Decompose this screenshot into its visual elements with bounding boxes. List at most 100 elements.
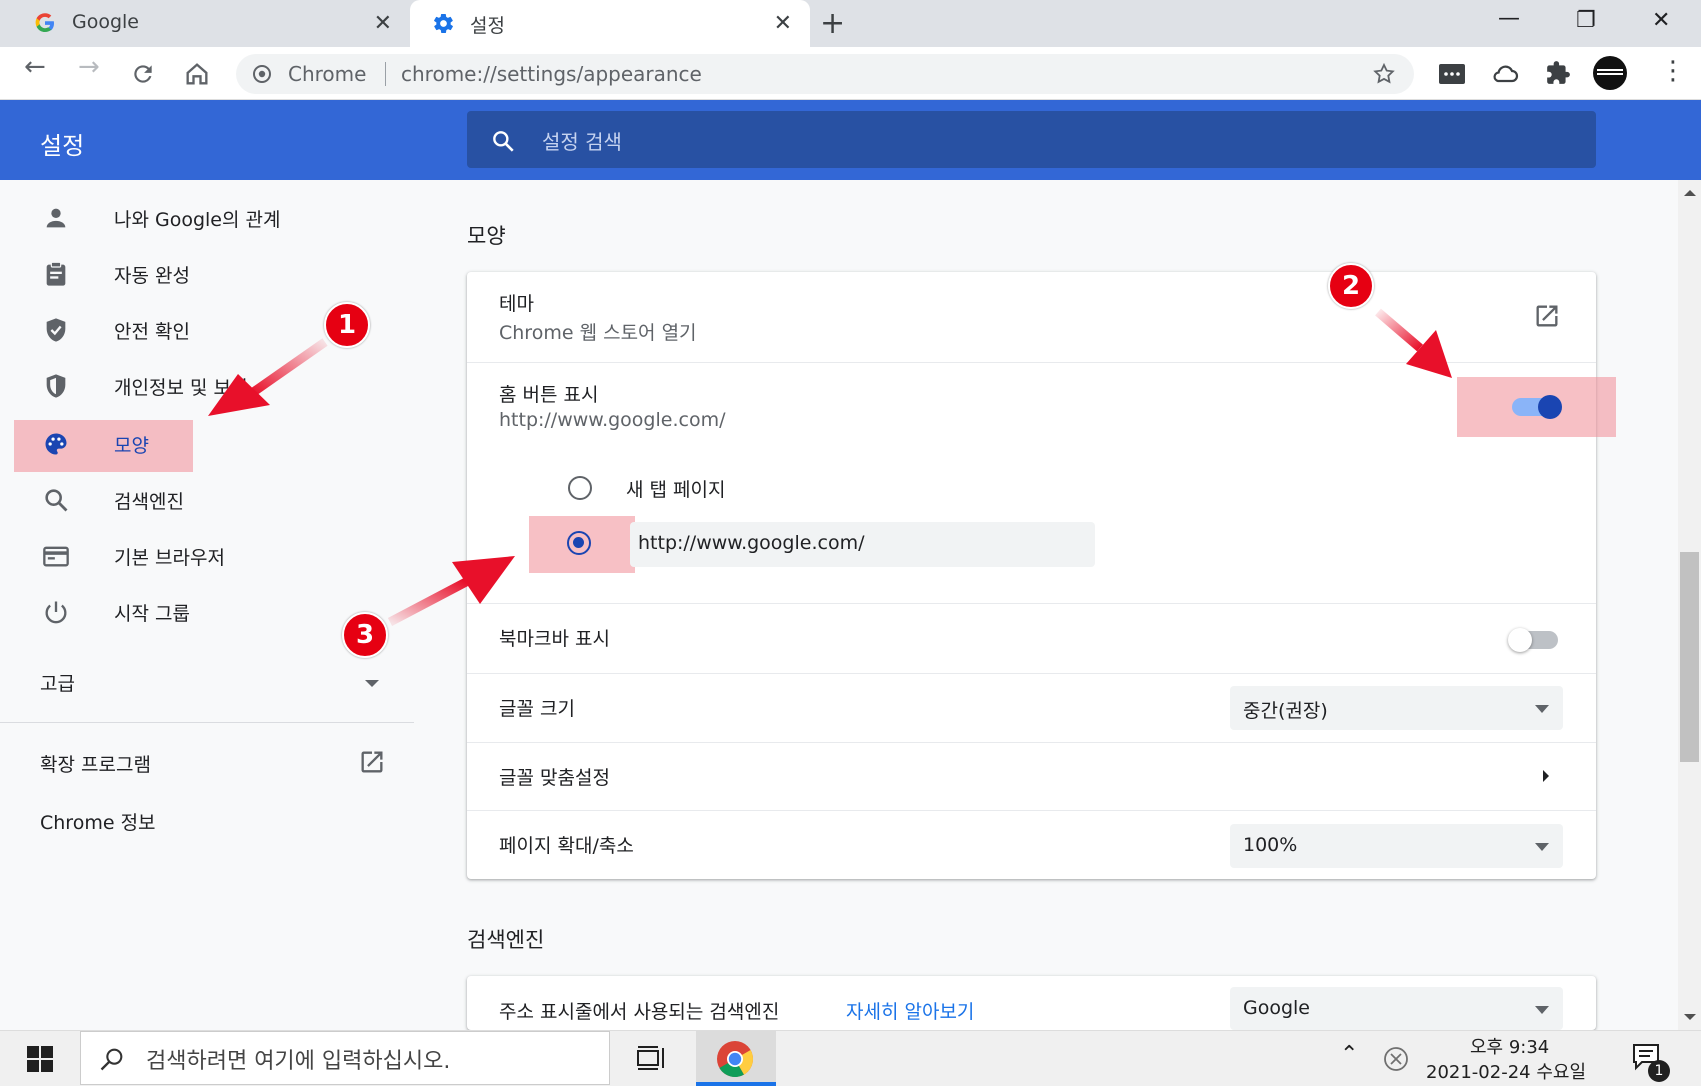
bookmark-star-icon[interactable]: [1372, 62, 1396, 86]
annotation-badge-1: 1: [324, 302, 370, 348]
dropdown-arrow-icon: [1535, 1006, 1549, 1014]
theme-row[interactable]: 테마 Chrome 웹 스토어 열기: [467, 272, 1596, 362]
sidebar-item-label: 기본 브라우저: [114, 547, 225, 569]
radio-new-tab-page[interactable]: 새 탭 페이지: [560, 470, 1160, 506]
more-menu-icon[interactable]: ⋮: [1660, 58, 1686, 84]
search-engine-select[interactable]: Google: [1230, 987, 1563, 1030]
sidebar-item-label: 모양: [114, 435, 149, 457]
password-manager-icon[interactable]: [1438, 62, 1466, 86]
sidebar-item-autofill[interactable]: 자동 완성: [0, 246, 410, 302]
custom-url-value: http://www.google.com/: [638, 532, 865, 554]
customize-fonts-row[interactable]: 글꼴 맞춤설정: [467, 743, 1596, 810]
tab-close-icon[interactable]: ✕: [774, 11, 792, 36]
annotation-badge-2: 2: [1328, 263, 1374, 309]
sidebar-extensions[interactable]: 확장 프로그램: [0, 740, 410, 784]
home-button-toggle[interactable]: [1512, 395, 1562, 419]
font-size-label: 글꼴 크기: [499, 698, 575, 720]
toggle-knob: [1538, 395, 1562, 419]
extensions-puzzle-icon[interactable]: [1545, 60, 1571, 86]
tray-chevron-up-icon[interactable]: ⌃: [1340, 1042, 1358, 1067]
search-placeholder: 설정 검색: [542, 130, 622, 154]
network-offline-icon[interactable]: [1382, 1045, 1410, 1073]
clipboard-icon: [46, 261, 66, 286]
chrome-page-icon: [253, 65, 271, 83]
annotation-badge-3: 3: [342, 612, 388, 658]
sidebar-item-default-browser[interactable]: 기본 브라우저: [0, 528, 410, 584]
search-icon: [45, 489, 68, 512]
customize-fonts-label: 글꼴 맞춤설정: [499, 767, 610, 789]
sidebar-item-you-and-google[interactable]: 나와 Google의 관계: [0, 190, 410, 246]
font-size-value: 중간(권장): [1243, 700, 1328, 722]
maximize-button[interactable]: ❐: [1576, 8, 1596, 33]
home-icon[interactable]: [183, 60, 211, 88]
radio-dot: [573, 537, 584, 548]
toggle-knob: [1508, 628, 1532, 652]
appearance-section-title: 모양: [467, 224, 506, 248]
shield-check-icon: [46, 318, 66, 342]
home-button-label: 홈 버튼 표시: [499, 384, 599, 406]
sidebar-item-label: 나와 Google의 관계: [114, 209, 281, 231]
sidebar-item-search-engine[interactable]: 검색엔진: [0, 472, 410, 528]
sidebar-item-privacy[interactable]: 개인정보 및 보안: [0, 358, 410, 414]
task-view-icon[interactable]: [636, 1043, 666, 1073]
omnibox-divider: [385, 62, 386, 86]
search-engine-row-label: 주소 표시줄에서 사용되는 검색엔진: [499, 1001, 780, 1023]
sidebar-item-label: 시작 그룹: [114, 603, 190, 625]
taskbar-time[interactable]: 오후 9:34: [1470, 1033, 1549, 1059]
active-app-indicator: [696, 1082, 776, 1086]
search-icon: [493, 131, 514, 152]
back-arrow-icon[interactable]: ←: [24, 52, 46, 82]
sidebar-about-chrome[interactable]: Chrome 정보: [40, 808, 156, 835]
search-icon: [100, 1048, 123, 1071]
sidebar-item-label: 자동 완성: [114, 265, 190, 287]
custom-url-input[interactable]: http://www.google.com/: [630, 522, 1095, 567]
learn-more-link[interactable]: 자세히 알아보기: [846, 997, 974, 1024]
radio-custom-url[interactable]: [567, 531, 591, 555]
tab-title: 설정: [470, 15, 505, 37]
radio-circle: [568, 476, 592, 500]
search-engine-section-title: 검색엔진: [467, 928, 545, 952]
tab-settings[interactable]: 설정 ✕: [410, 0, 810, 47]
forward-arrow-icon[interactable]: →: [78, 52, 100, 82]
omnibox-site-label: Chrome: [288, 62, 367, 86]
taskbar-date[interactable]: 2021-02-24 수요일: [1426, 1058, 1586, 1084]
tab-title: Google: [72, 11, 140, 33]
cloud-icon[interactable]: [1491, 62, 1519, 86]
extensions-label: 확장 프로그램: [40, 754, 151, 776]
radio-new-tab-label: 새 탭 페이지: [626, 479, 726, 501]
scroll-up-arrow-icon[interactable]: [1684, 190, 1696, 196]
font-size-select[interactable]: 중간(권장): [1230, 686, 1563, 730]
browser-icon: [43, 546, 69, 567]
minimize-button[interactable]: —: [1498, 6, 1520, 31]
home-button-sublabel: http://www.google.com/: [499, 409, 726, 431]
windows-start-icon[interactable]: [26, 1045, 54, 1073]
omnibox-url[interactable]: chrome://settings/appearance: [401, 62, 702, 86]
tab-close-icon[interactable]: ✕: [374, 11, 392, 36]
reload-icon[interactable]: [130, 61, 156, 87]
page-zoom-value: 100%: [1243, 834, 1298, 856]
chevron-right-icon: [1543, 770, 1549, 782]
bookmarks-bar-label: 북마크바 표시: [499, 628, 610, 650]
dropdown-arrow-icon: [1535, 843, 1549, 851]
power-icon: [45, 601, 67, 624]
palette-icon: [45, 433, 67, 455]
scrollbar-thumb[interactable]: [1680, 552, 1699, 762]
theme-label: 테마: [499, 293, 534, 315]
settings-search-field[interactable]: [467, 111, 1596, 168]
sidebar-item-label: 안전 확인: [114, 321, 190, 343]
home-button-row: 홈 버튼 표시 http://www.google.com/: [467, 363, 1596, 453]
sidebar-advanced[interactable]: 고급: [0, 656, 410, 706]
profile-avatar-icon[interactable]: [1591, 55, 1629, 91]
scroll-down-arrow-icon[interactable]: [1684, 1014, 1696, 1020]
close-window-button[interactable]: ✕: [1652, 8, 1670, 33]
taskbar-chrome-button[interactable]: [696, 1031, 776, 1086]
open-external-icon[interactable]: [1533, 302, 1561, 330]
settings-title: 설정: [40, 132, 85, 160]
sidebar-item-appearance[interactable]: 모양: [0, 416, 410, 472]
tab-google[interactable]: Google ✕: [0, 0, 410, 47]
advanced-label: 고급: [40, 673, 75, 695]
chevron-down-icon: [365, 680, 379, 687]
page-zoom-select[interactable]: 100%: [1230, 824, 1563, 868]
bookmarks-bar-toggle[interactable]: [1508, 628, 1558, 652]
new-tab-button[interactable]: +: [820, 6, 845, 41]
